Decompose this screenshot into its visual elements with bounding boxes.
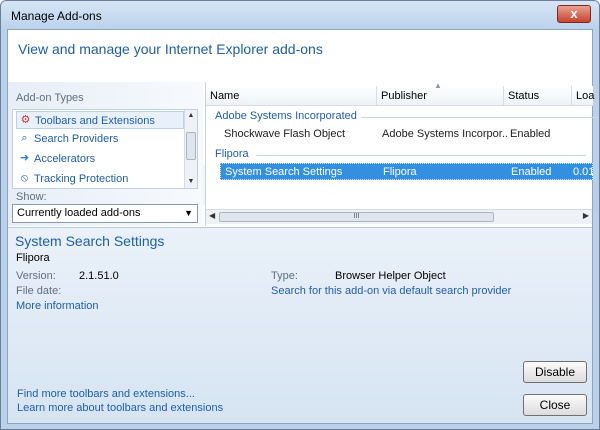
- file-date-label: File date:: [16, 285, 62, 297]
- manage-addons-window: Manage Add-ons x PCrisk.com View and man…: [0, 0, 600, 430]
- details-pane: System Search Settings Flipora Version: …: [8, 227, 592, 423]
- scrollbar-thumb[interactable]: [186, 132, 196, 160]
- sidebar-item-label: Toolbars and Extensions: [35, 115, 155, 127]
- version-value: 2.1.51.0: [79, 270, 119, 282]
- find-more-toolbars-link[interactable]: Find more toolbars and extensions...: [17, 388, 195, 400]
- row-publisher: Adobe Systems Incorpor...: [382, 128, 507, 140]
- sidebar-item-search-providers[interactable]: ⌕ Search Providers: [16, 130, 184, 148]
- row-publisher: Flipora: [383, 166, 417, 178]
- scroll-left-icon[interactable]: ◀: [209, 211, 215, 220]
- row-name: Shockwave Flash Object: [224, 128, 346, 140]
- addon-types-panel: Add-on Types ⚙ Toolbars and Extensions ⌕…: [8, 82, 203, 226]
- search-addon-link[interactable]: Search for this add-on via default searc…: [271, 285, 511, 297]
- close-button[interactable]: Close: [523, 394, 587, 416]
- show-filter-select[interactable]: Currently loaded add-ons ▼: [12, 204, 198, 223]
- window-title: Manage Add-ons: [11, 9, 102, 23]
- chevron-down-icon: ▼: [184, 208, 193, 218]
- sidebar-item-toolbars-extensions[interactable]: ⚙ Toolbars and Extensions: [16, 111, 184, 129]
- column-header-name[interactable]: Name: [206, 86, 377, 106]
- sidebar-item-tracking-protection[interactable]: ⦸ Tracking Protection: [16, 170, 184, 188]
- search-icon: ⌕: [21, 132, 28, 144]
- type-label: Type:: [271, 270, 298, 282]
- details-title: System Search Settings: [15, 233, 165, 249]
- sidebar-item-label: Tracking Protection: [34, 173, 129, 185]
- no-entry-icon: ⦸: [20, 172, 29, 184]
- details-publisher: Flipora: [16, 252, 50, 264]
- group-divider: [256, 155, 586, 156]
- list-horizontal-scrollbar[interactable]: ◀ III ▶: [206, 209, 592, 224]
- table-row[interactable]: Shockwave Flash Object Adobe Systems Inc…: [220, 126, 593, 143]
- row-status: Enabled: [510, 128, 551, 140]
- disable-button[interactable]: Disable: [523, 361, 587, 383]
- type-value: Browser Helper Object: [335, 270, 446, 282]
- scroll-right-icon[interactable]: ▶: [583, 211, 589, 220]
- page-title: View and manage your Internet Explorer a…: [18, 41, 323, 57]
- sidebar-item-label: Accelerators: [34, 153, 96, 165]
- learn-more-toolbars-link[interactable]: Learn more about toolbars and extensions: [17, 402, 223, 414]
- group-header-flipora: Flipora: [215, 148, 249, 160]
- sidebar-item-accelerators[interactable]: ➜ Accelerators: [16, 150, 184, 168]
- group-divider: [361, 117, 599, 118]
- group-header-adobe: Adobe Systems Incorporated: [215, 110, 357, 122]
- addon-types-list: ⚙ Toolbars and Extensions ⌕ Search Provi…: [12, 109, 198, 189]
- accelerator-icon: ➜: [19, 152, 30, 164]
- gear-icon: ⚙: [20, 114, 31, 126]
- column-header-status[interactable]: Status: [504, 86, 572, 106]
- types-list-scrollbar[interactable]: ▲ ▼: [184, 110, 197, 188]
- addon-types-label: Add-on Types: [16, 92, 84, 104]
- scroll-up-icon[interactable]: ▲: [185, 111, 197, 121]
- addon-list: Name Publisher ▲ Status Loa Adobe System…: [205, 81, 599, 226]
- version-label: Version:: [16, 270, 56, 282]
- row-name: System Search Settings: [225, 166, 343, 178]
- sidebar-item-label: Search Providers: [34, 133, 119, 145]
- title-bar[interactable]: Manage Add-ons x: [1, 1, 599, 29]
- show-filter-value: Currently loaded add-ons: [17, 207, 141, 219]
- dialog-header: View and manage your Internet Explorer a…: [8, 30, 592, 82]
- table-row-selected[interactable]: System Search Settings Flipora Enabled 0…: [220, 163, 593, 180]
- window-close-button[interactable]: x: [557, 5, 591, 23]
- row-load-time: 0.01: [573, 166, 593, 178]
- column-header-load-time[interactable]: Loa: [572, 86, 594, 106]
- scrollbar-thumb[interactable]: III: [219, 212, 494, 222]
- dialog-client-area: PCrisk.com View and manage your Internet…: [7, 29, 599, 424]
- row-status: Enabled: [511, 166, 552, 178]
- sort-ascending-icon: ▲: [434, 81, 442, 90]
- scroll-down-icon[interactable]: ▼: [185, 177, 197, 187]
- more-information-link[interactable]: More information: [16, 300, 99, 312]
- show-label: Show:: [16, 191, 47, 203]
